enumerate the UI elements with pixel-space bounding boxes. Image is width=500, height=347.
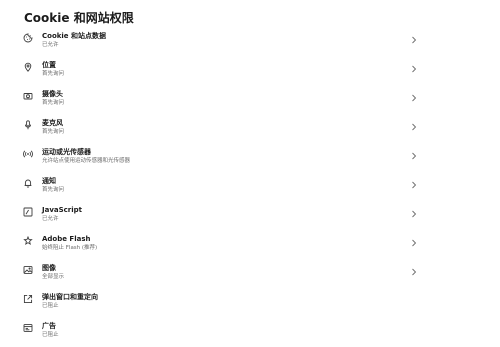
permission-label: 弹出窗口和重定向: [42, 293, 98, 301]
permission-label: 摄像头: [42, 90, 63, 98]
permission-row-flash[interactable]: Adobe Flash 始终阻止 Flash (推荐): [0, 228, 500, 257]
permission-status: 已阻止: [42, 303, 59, 309]
sensor-icon: [23, 149, 33, 159]
permission-label: 通知: [42, 177, 56, 185]
permission-row-cookies[interactable]: Cookie 和站点数据 已允许: [0, 25, 500, 54]
permission-row-javascript[interactable]: JavaScript 已允许: [0, 199, 500, 228]
permission-row-location[interactable]: 位置 首先询问: [0, 54, 500, 83]
cookie-icon: [23, 33, 33, 43]
chevron-right-icon: [411, 36, 417, 44]
microphone-icon: [23, 120, 33, 130]
permission-status: 已允许: [42, 42, 59, 48]
permission-status: 全部显示: [42, 274, 65, 280]
permission-status: 允许站点使用运动传感器和光传感器: [42, 158, 131, 164]
permission-row-microphone[interactable]: 麦克风 首先询问: [0, 112, 500, 141]
permission-status: 首先询问: [42, 100, 65, 106]
permission-label: Adobe Flash: [42, 235, 91, 243]
page-title: Cookie 和网站权限: [24, 11, 134, 25]
popup-icon: [23, 294, 33, 304]
permissions-list: Cookie 和站点数据 已允许 位置 首先询问 摄像头 首先询问 麦克风 首先…: [0, 25, 500, 344]
chevron-right-icon: [411, 94, 417, 102]
permission-row-sensors[interactable]: 运动或光传感器 允许站点使用运动传感器和光传感器: [0, 141, 500, 170]
permission-status: 始终阻止 Flash (推荐): [42, 245, 98, 251]
permission-row-notifications[interactable]: 通知 首先询问: [0, 170, 500, 199]
chevron-right-icon: [411, 152, 417, 160]
permission-row-popups[interactable]: 弹出窗口和重定向 已阻止: [0, 286, 500, 315]
location-icon: [23, 62, 33, 72]
ads-icon: [23, 323, 33, 333]
chevron-right-icon: [411, 210, 417, 218]
chevron-right-icon: [411, 268, 417, 276]
permission-label: 图像: [42, 264, 56, 272]
image-icon: [23, 265, 33, 275]
permission-status: 首先询问: [42, 187, 65, 193]
flash-icon: [23, 236, 33, 246]
permission-label: JavaScript: [42, 206, 83, 214]
permission-status: 首先询问: [42, 129, 65, 135]
camera-icon: [23, 91, 33, 101]
chevron-right-icon: [411, 123, 417, 131]
permission-label: 广告: [42, 322, 56, 330]
permission-label: Cookie 和站点数据: [42, 32, 106, 40]
permission-status: 首先询问: [42, 71, 65, 77]
permission-status: 已允许: [42, 216, 59, 222]
bell-icon: [23, 178, 33, 188]
permission-row-ads[interactable]: 广告 已阻止: [0, 315, 500, 344]
chevron-right-icon: [411, 181, 417, 189]
chevron-right-icon: [411, 239, 417, 247]
permission-label: 位置: [42, 61, 56, 69]
chevron-right-icon: [411, 65, 417, 73]
permission-label: 运动或光传感器: [42, 148, 91, 156]
permission-row-camera[interactable]: 摄像头 首先询问: [0, 83, 500, 112]
site-permissions-page: Cookie 和网站权限 Cookie 和站点数据 已允许 位置 首先询问 摄像…: [0, 0, 500, 347]
javascript-icon: [23, 207, 33, 217]
permission-status: 已阻止: [42, 332, 59, 338]
permission-row-images[interactable]: 图像 全部显示: [0, 257, 500, 286]
permission-label: 麦克风: [42, 119, 63, 127]
